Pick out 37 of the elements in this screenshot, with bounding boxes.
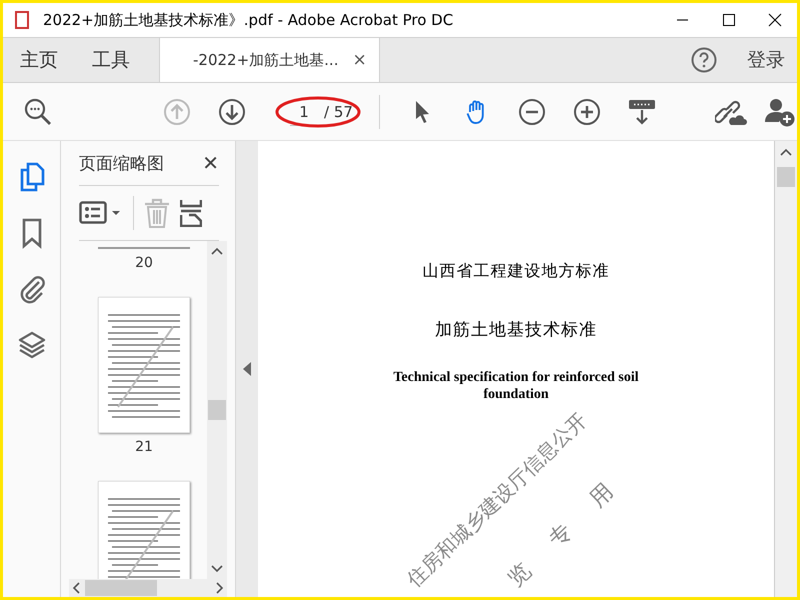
extract-page-icon[interactable] <box>180 199 202 227</box>
tab[interactable]: -2022+加筋土地基... × <box>159 38 380 82</box>
document-scrollbar[interactable] <box>775 141 797 597</box>
add-user-icon[interactable] <box>765 96 795 126</box>
english-title: Technical specification for reinforced soil foundation <box>392 369 640 403</box>
zoom-out-icon[interactable] <box>518 98 546 126</box>
keyboard-icon[interactable] <box>628 98 656 126</box>
paperclip-icon[interactable] <box>18 273 46 305</box>
scrollbar-thumb[interactable] <box>777 167 795 187</box>
window-title: 2022+加筋土地基技术标准》.pdf - Adobe Acrobat Pro DC <box>43 10 454 30</box>
sign-in-link[interactable]: 登录 <box>747 47 785 73</box>
panel-title: 页面缩略图 <box>79 152 164 174</box>
collapse-arrow-icon[interactable] <box>243 362 251 376</box>
next-page-button[interactable] <box>218 98 246 126</box>
help-icon[interactable] <box>691 47 717 73</box>
thumbnail-scrollbar[interactable] <box>207 241 227 579</box>
tab-close-button[interactable]: × <box>352 50 367 70</box>
document-heading: 山西省工程建设地方标准 <box>422 261 610 282</box>
page-thumbnail[interactable] <box>98 481 190 579</box>
pages-icon[interactable] <box>18 161 46 193</box>
zoom-in-icon[interactable] <box>573 98 601 126</box>
page-number-label: 20 <box>135 255 153 271</box>
close-panel-button[interactable]: ✕ <box>202 151 219 175</box>
scrollbar-thumb[interactable] <box>208 400 226 420</box>
page-number-field[interactable]: 1 <box>290 97 318 126</box>
tab[interactable]: 主页 <box>3 38 75 82</box>
search-icon[interactable] <box>24 98 52 126</box>
page-thumbnail[interactable] <box>98 297 190 433</box>
page-count: / 57 <box>324 102 353 120</box>
horizontal-scrollbar[interactable] <box>69 579 227 597</box>
options-menu-icon[interactable] <box>79 200 123 226</box>
tab[interactable]: 工具 <box>75 38 147 82</box>
page-number-label: 21 <box>135 439 153 455</box>
app-logo-icon <box>15 11 29 29</box>
scrollbar-thumb[interactable] <box>85 580 157 596</box>
document-heading: 加筋土地基技术标准 <box>435 319 597 341</box>
layers-icon[interactable] <box>18 329 46 361</box>
